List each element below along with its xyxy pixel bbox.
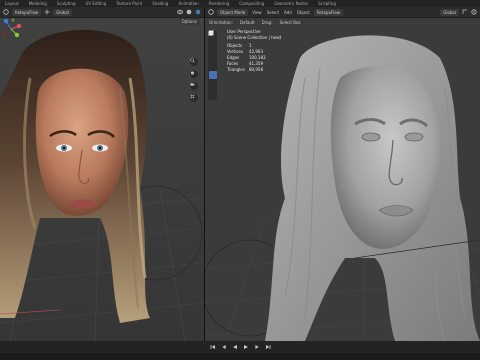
play-icon[interactable] xyxy=(243,344,249,350)
add-menu[interactable]: Add xyxy=(283,9,293,16)
stat-label: Triangles xyxy=(227,67,245,72)
workspace-tab[interactable]: Scripting xyxy=(313,0,341,7)
workspace-tab[interactable]: Sculpting xyxy=(52,0,81,7)
measure-icon[interactable] xyxy=(208,30,217,99)
workspace-tabs-bar: Layout Modeling Sculpting UV Editing Texture… xyxy=(0,0,480,7)
tool-shelf xyxy=(208,30,217,100)
stat-value: 80,958 xyxy=(249,67,263,72)
rotate-icon[interactable] xyxy=(208,30,217,59)
jump-end-icon[interactable] xyxy=(265,344,271,350)
workspace-tab[interactable]: Geometry Nodes xyxy=(269,0,313,7)
right-viewport-header: Object Mode View Select Add Object Retop… xyxy=(205,7,480,18)
view-menu[interactable]: View xyxy=(251,9,263,16)
grid-icon[interactable] xyxy=(190,94,198,102)
workspace-tab[interactable]: Shading xyxy=(147,0,173,7)
workspace-tab[interactable]: Texture Paint xyxy=(111,0,147,7)
move-icon[interactable] xyxy=(44,9,50,15)
left-addon-dropdown[interactable]: RetopoFlow xyxy=(12,8,42,16)
tool-settings-row: Orientation: Default Drag: Select Box xyxy=(205,18,307,26)
orientation-dropdown[interactable]: Default xyxy=(236,18,258,26)
status-bar xyxy=(0,353,480,360)
collection-name: (0) Scene Collection | head xyxy=(227,35,282,40)
addon-dropdown[interactable]: RetopoFlow xyxy=(313,8,344,16)
rendered-head-scene xyxy=(0,18,204,341)
camera-icon[interactable] xyxy=(190,82,198,90)
annotate-icon[interactable] xyxy=(208,30,217,89)
object-menu[interactable]: Object xyxy=(296,9,311,16)
shading-material-icon[interactable] xyxy=(195,9,201,15)
move-icon[interactable] xyxy=(208,30,217,49)
step-forward-icon[interactable] xyxy=(254,344,260,350)
left-orientation-dropdown[interactable]: Global xyxy=(53,8,72,16)
workspace-tab[interactable]: Rendering xyxy=(204,0,234,7)
hand-icon[interactable] xyxy=(190,70,198,78)
viewport-type-icon[interactable] xyxy=(3,9,9,15)
left-viewport[interactable]: Options xyxy=(0,18,204,341)
scene-statistics: Objects 1 Vertices 42,963 Edges 100,183 Fac… xyxy=(227,43,281,73)
drag-label: Drag: xyxy=(261,19,273,25)
left-viewport-header: RetopoFlow Global xyxy=(0,7,204,18)
timeline-playback-bar xyxy=(0,341,480,353)
shading-solid-icon[interactable] xyxy=(186,9,192,15)
workspace-tab[interactable]: Modeling xyxy=(24,0,52,7)
orientation-label: Orientation: xyxy=(209,19,233,25)
right-viewport[interactable]: Orientation: Default Drag: Select Box Us… xyxy=(205,18,480,341)
viewport-type-icon[interactable] xyxy=(208,9,214,15)
right-orientation-dropdown[interactable]: Global xyxy=(440,8,459,16)
jump-start-icon[interactable] xyxy=(210,344,216,350)
select-menu[interactable]: Select xyxy=(266,9,280,16)
zoom-icon[interactable] xyxy=(190,58,198,66)
drag-dropdown[interactable]: Select Box xyxy=(276,18,304,26)
workspace-tab[interactable]: Compositing xyxy=(234,0,269,7)
overlay-icon[interactable] xyxy=(177,9,183,15)
proportional-edit-icon[interactable] xyxy=(471,9,477,15)
step-back-icon[interactable] xyxy=(221,344,227,350)
workspace-tab[interactable]: UV Editing xyxy=(81,0,112,7)
mode-dropdown[interactable]: Object Mode xyxy=(217,8,249,16)
workspace-tab[interactable]: Layout xyxy=(0,0,24,7)
viewport-info-overlay: User Perspective (0) Scene Collection | … xyxy=(227,29,281,73)
snap-icon[interactable] xyxy=(462,9,468,15)
workspace-tab[interactable]: Animation xyxy=(173,0,203,7)
navigation-gizmo[interactable] xyxy=(0,18,22,40)
reverse-play-icon[interactable] xyxy=(232,344,238,350)
options-dropdown[interactable]: Options xyxy=(178,18,200,25)
scale-icon[interactable] xyxy=(208,30,217,69)
transform-icon[interactable] xyxy=(208,30,217,79)
